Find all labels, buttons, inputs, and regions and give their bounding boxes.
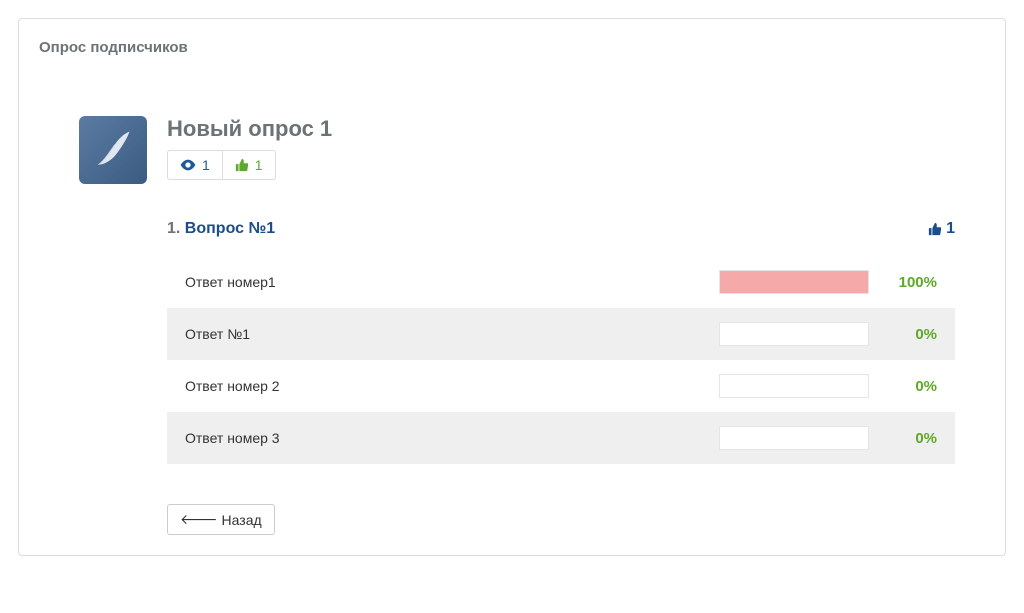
question-thumbs-count: 1 (946, 220, 955, 238)
answer-row: Ответ №1 0% (167, 308, 955, 360)
feather-icon (91, 128, 135, 172)
question-number: 1. (167, 220, 180, 237)
answer-percent: 0% (887, 430, 937, 447)
stats-box: 1 1 (167, 150, 276, 180)
back-button[interactable]: 🡐 Назад (167, 504, 275, 535)
question-block: 1. Вопрос №1 1 Ответ номер1 (167, 220, 955, 464)
bar-bg (719, 374, 869, 398)
question-title-wrap: 1. Вопрос №1 (167, 220, 275, 238)
answer-row: Ответ номер 3 0% (167, 412, 955, 464)
panel-title: Опрос подписчиков (39, 39, 985, 56)
answer-row: Ответ номер 2 0% (167, 360, 955, 412)
answer-label: Ответ номер 3 (185, 430, 709, 446)
bar-area (719, 374, 879, 398)
poll-avatar (79, 116, 147, 184)
answer-percent: 100% (887, 274, 937, 291)
votes-count: 1 (255, 157, 263, 173)
eye-icon (180, 159, 196, 171)
thumbs-up-icon (235, 158, 249, 172)
poll-panel: Опрос подписчиков Новый опрос 1 1 (18, 18, 1006, 556)
answer-label: Ответ номер 2 (185, 378, 709, 394)
bar-area (719, 270, 879, 294)
answer-label: Ответ №1 (185, 326, 709, 342)
arrow-left-icon: 🡐 (180, 511, 218, 528)
question-text: Вопрос №1 (185, 220, 275, 237)
bar-bg (719, 270, 869, 294)
content-area: Новый опрос 1 1 1 1 (39, 116, 985, 535)
answer-percent: 0% (887, 378, 937, 395)
views-stat: 1 (168, 151, 222, 179)
answer-percent: 0% (887, 326, 937, 343)
bar-fill (720, 271, 868, 293)
thumbs-up-icon (928, 222, 942, 236)
bar-area (719, 322, 879, 346)
bar-area (719, 426, 879, 450)
views-count: 1 (202, 157, 210, 173)
main-column: Новый опрос 1 1 1 1 (167, 116, 985, 535)
question-vote-count: 1 (928, 220, 955, 238)
answers-list: Ответ номер1 100% Ответ №1 (167, 256, 955, 464)
votes-stat: 1 (222, 151, 275, 179)
bar-bg (719, 322, 869, 346)
bar-bg (719, 426, 869, 450)
answer-label: Ответ номер1 (185, 274, 709, 290)
question-header: 1. Вопрос №1 1 (167, 220, 955, 238)
poll-title: Новый опрос 1 (167, 116, 955, 142)
answer-row: Ответ номер1 100% (167, 256, 955, 308)
back-button-label: Назад (222, 512, 262, 528)
